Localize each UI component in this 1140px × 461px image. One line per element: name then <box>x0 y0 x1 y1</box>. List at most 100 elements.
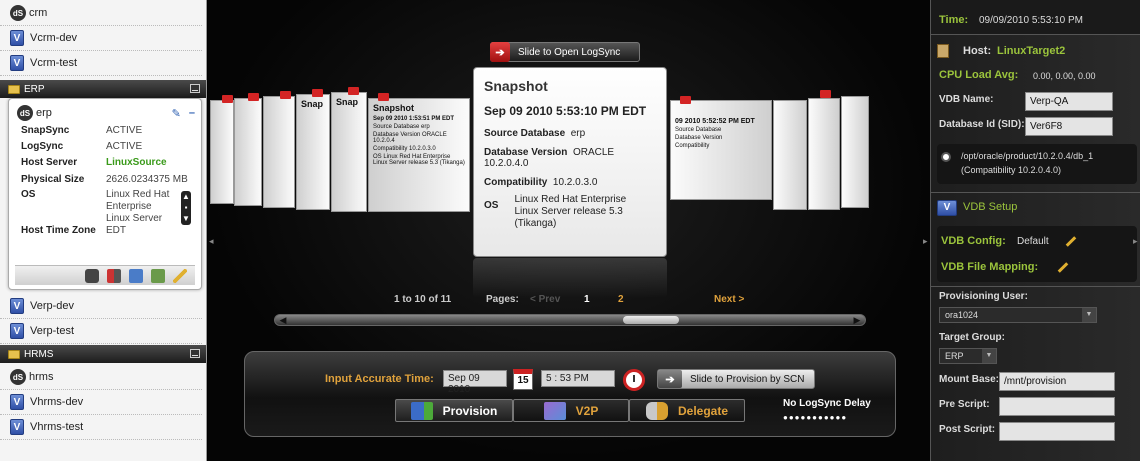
clock-icon[interactable] <box>623 369 645 391</box>
oracle-home-box: /opt/oracle/product/10.2.0.4/db_1 (Compa… <box>937 144 1137 184</box>
scroll-right-icon[interactable]: ▶ <box>851 314 863 326</box>
dsource-icon: dS <box>10 369 26 385</box>
time-input[interactable]: 5 : 53 PM <box>541 370 615 387</box>
group-header-erp[interactable]: ERP <box>0 80 206 98</box>
vdb-mapping-label: VDB File Mapping: <box>941 261 1039 273</box>
list-item[interactable]: dS hrms <box>0 365 202 390</box>
v2p-icon <box>543 401 566 420</box>
card-name: erp <box>36 107 52 119</box>
pages-label: Pages: <box>486 294 519 305</box>
snapshot-card[interactable]: Snap <box>296 94 330 210</box>
prop-value: ACTIVE <box>106 125 143 136</box>
prop-value: 2626.0234375 MB <box>106 174 188 185</box>
calendar-icon[interactable]: 15 <box>513 369 533 390</box>
mount-base-input[interactable]: /mnt/provision <box>999 372 1115 391</box>
snapshot-date: Sep 09 2010 5:53:10 PM EDT <box>484 104 647 118</box>
snapshot-card[interactable]: 09 2010 5:52:52 PM EDT Source Database D… <box>670 100 772 200</box>
list-item-label: Vcrm-dev <box>30 32 78 44</box>
next-page-link[interactable]: Next > <box>714 294 744 305</box>
page-1-link[interactable]: 1 <box>584 294 590 305</box>
list-item[interactable]: V Verp-dev <box>0 294 202 319</box>
erp-vdb-list: V Verp-dev V Verp-test HRMS dS hrms V Vh… <box>0 294 206 440</box>
trash-icon[interactable] <box>151 268 165 283</box>
link-icon[interactable] <box>129 268 143 283</box>
mini-date: 09 2010 5:52:52 PM EDT <box>675 118 755 125</box>
folder-icon <box>8 84 20 94</box>
target-group-select[interactable]: ERP ▼ <box>939 348 997 364</box>
post-script-input[interactable] <box>999 422 1115 441</box>
expand-right-icon[interactable]: ▸ <box>923 236 929 248</box>
scrollbar-thumb[interactable] <box>623 316 679 324</box>
edit-icon[interactable]: ✎ <box>172 107 181 120</box>
snapshot-card[interactable] <box>234 98 262 206</box>
scroll-left-icon[interactable]: ◀ <box>277 314 289 326</box>
os-scroll-control[interactable]: ▲ ▪ ▼ <box>181 191 191 225</box>
group-label: HRMS <box>24 348 54 360</box>
group-header-hrms[interactable]: HRMS <box>0 345 206 363</box>
list-item[interactable]: V Vhrms-test <box>0 415 202 440</box>
list-item[interactable]: V Verp-test <box>0 319 202 344</box>
snapshot-card[interactable] <box>808 98 840 210</box>
snapshot-card-selected[interactable]: Snapshot Sep 09 2010 5:53:10 PM EDT Sour… <box>473 67 667 257</box>
vdb-setup-icon: V <box>937 200 957 216</box>
pre-script-input[interactable] <box>999 397 1115 416</box>
minimize-icon[interactable] <box>190 84 200 93</box>
v2p-button[interactable]: V2P <box>513 399 629 422</box>
mini-row: Source Database erp <box>373 124 430 130</box>
host-server-link[interactable]: LinuxSource <box>106 157 167 168</box>
compat-value: 10.2.0.3.0 <box>552 177 598 188</box>
snapshot-card[interactable]: Snapshot Sep 09 2010 1:53:51 PM EDT Sour… <box>368 98 470 212</box>
oracle-home-compat: (Compatibility 10.2.0.4.0) <box>961 165 1062 175</box>
os-value: Linux Red Hat Enterprise Linux Server re… <box>514 194 627 229</box>
page-range: 1 to 10 of 11 <box>394 294 452 305</box>
slide-provision-scn-button[interactable]: ➔ Slide to Provision by SCN <box>657 369 815 389</box>
oracle-home-radio[interactable] <box>941 152 951 162</box>
list-item[interactable]: V Vhrms-dev <box>0 390 202 415</box>
list-item-label: crm <box>29 7 48 19</box>
time-value: 09/09/2010 5:53:10 PM <box>979 15 1083 26</box>
list-item-label: Verp-dev <box>30 300 75 312</box>
snapshot-card[interactable] <box>841 96 869 208</box>
sid-input[interactable]: Ver6F8 <box>1025 117 1113 136</box>
snapshot-carousel-area: ◂ ▸ ➔ Slide to Open LogSync Snap Snap Sn… <box>208 0 930 461</box>
list-item[interactable]: dS crm <box>0 1 202 26</box>
list-item[interactable]: V Vcrm-dev <box>0 26 202 51</box>
red-tab-icon <box>222 95 233 103</box>
vdb-name-input[interactable]: Verp-QA <box>1025 92 1113 111</box>
carousel-scrollbar[interactable]: ◀ ▶ <box>274 314 866 326</box>
list-item-label: Vhrms-dev <box>30 396 84 408</box>
date-input[interactable]: Sep 09 2010 <box>443 370 507 395</box>
prev-page-link[interactable]: < Prev <box>530 294 560 305</box>
camera-icon[interactable] <box>85 268 99 283</box>
delegate-button[interactable]: Delegate <box>629 399 745 422</box>
provision-bar: Input Accurate Time: Sep 09 2010 15 5 : … <box>244 351 896 437</box>
collapse-icon[interactable]: – <box>189 107 195 119</box>
mini-date: Sep 09 2010 1:53:51 PM EDT <box>373 116 455 122</box>
prov-user-value: ora1024 <box>945 310 979 320</box>
red-tab-icon <box>348 87 359 95</box>
source-db-label: Source Database <box>484 128 566 139</box>
snapshot-card[interactable]: Snap <box>331 92 367 212</box>
delegate-label: Delegate <box>677 403 729 418</box>
provision-button[interactable]: Provision <box>395 399 513 422</box>
left-panel: dS crm V Vcrm-dev V Vcrm-test ERP dS erp… <box>0 0 207 461</box>
page-2-link[interactable]: 2 <box>618 294 624 305</box>
edit-config-icon[interactable] <box>1065 236 1077 247</box>
prov-user-select[interactable]: ora1024 ▼ <box>939 307 1097 323</box>
expand-right-icon[interactable]: ▸ <box>1133 236 1139 248</box>
target-group-value: ERP <box>945 351 964 361</box>
mini-row: Compatibility 10.2.0.3.0 <box>373 146 436 152</box>
sync-icon[interactable] <box>107 268 121 283</box>
edit-mapping-icon[interactable] <box>1057 262 1069 273</box>
delegate-icon <box>645 401 668 420</box>
minimize-icon[interactable] <box>190 349 200 358</box>
time-header: Time: 09/09/2010 5:53:10 PM <box>931 0 1140 34</box>
slide-open-logsync-button[interactable]: ➔ Slide to Open LogSync <box>490 42 640 62</box>
snapshot-card[interactable] <box>210 100 234 204</box>
list-item[interactable]: V Vcrm-test <box>0 51 202 76</box>
snapshot-card[interactable] <box>263 96 295 208</box>
prop-value: Linux Red Hat Enterprise Linux Server <box>106 189 170 224</box>
snapshot-card[interactable] <box>773 100 807 210</box>
expand-left-icon[interactable]: ◂ <box>209 236 215 248</box>
pencil-icon[interactable] <box>173 268 187 283</box>
